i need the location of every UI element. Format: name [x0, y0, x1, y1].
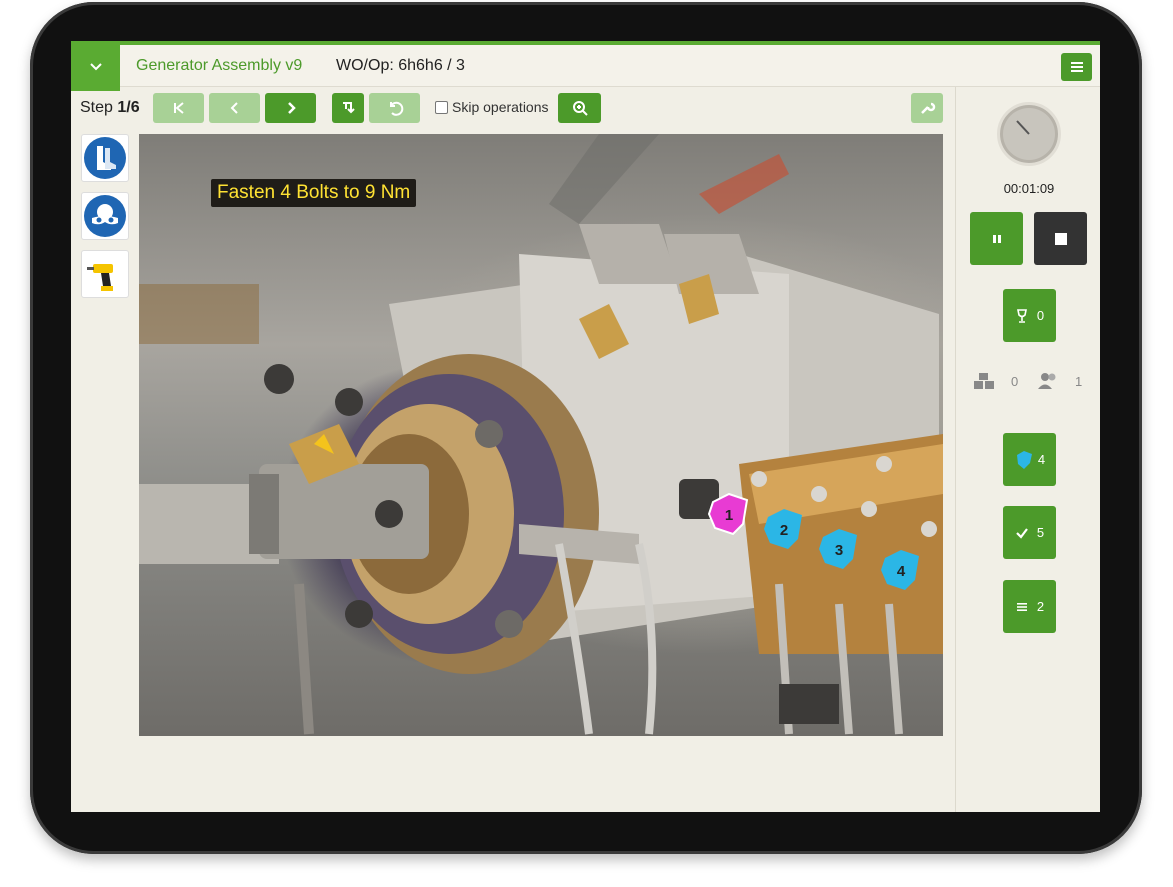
- step-prefix: Step: [80, 99, 113, 116]
- broken-glass-icon: [1016, 308, 1027, 323]
- menu-toggle-button[interactable]: [71, 41, 120, 91]
- parts-count: 0: [1011, 373, 1019, 389]
- zoom-button[interactable]: [558, 93, 601, 123]
- parts-stat: 0: [973, 371, 1018, 391]
- tools-button[interactable]: [911, 93, 943, 123]
- bolt-marker-2[interactable]: 2: [764, 509, 802, 549]
- bolt-marker-label: 1: [725, 507, 733, 524]
- checks-button[interactable]: 5: [1003, 506, 1056, 559]
- top-bar: Generator Assembly v9 WO/Op: 6h6h6 / 3: [71, 41, 1100, 91]
- marker-shape-icon: [1016, 450, 1032, 469]
- app-screen: Generator Assembly v9 WO/Op: 6h6h6 / 3 S…: [71, 41, 1100, 812]
- step-value: 1/6: [117, 99, 140, 116]
- main-menu-button[interactable]: [1061, 53, 1092, 81]
- markers-count: 4: [1037, 452, 1046, 467]
- skip-operations-toggle[interactable]: Skip operations: [435, 99, 549, 115]
- pause-icon: [992, 234, 1001, 243]
- chevron-right-icon: [287, 102, 296, 114]
- skip-operations-checkbox[interactable]: [435, 100, 448, 114]
- breakage-count: 0: [1036, 308, 1045, 323]
- step-indicator: Step 1/6: [80, 99, 140, 117]
- users-stat: 1: [1037, 371, 1082, 391]
- bolt-marker-4[interactable]: 4: [881, 550, 919, 590]
- ppe-goggles: [81, 192, 129, 240]
- chevron-left-icon: [230, 102, 238, 114]
- bolt-marker-label: 4: [897, 563, 906, 580]
- bolt-marker-1[interactable]: 1: [707, 492, 749, 536]
- stop-icon: [1054, 232, 1067, 245]
- timer-dial: [997, 102, 1061, 166]
- pause-button[interactable]: [970, 212, 1023, 265]
- markers-button[interactable]: 4: [1003, 433, 1056, 486]
- work-order-info: WO/Op: 6h6h6 / 3: [336, 57, 465, 74]
- checks-count: 5: [1036, 525, 1045, 540]
- boxes-icon: [974, 373, 994, 389]
- previous-step-button[interactable]: [209, 93, 260, 123]
- chevron-down-icon: [89, 63, 102, 71]
- list-button[interactable]: 2: [1003, 580, 1056, 633]
- elapsed-time: 00:01:09: [1003, 181, 1055, 196]
- zoom-in-icon: [572, 101, 588, 116]
- branch-step-button[interactable]: [332, 93, 364, 123]
- checkmark-icon: [1016, 527, 1028, 539]
- skip-to-first-icon: [173, 102, 184, 114]
- safety-boots-icon: [84, 137, 126, 179]
- first-step-button[interactable]: [153, 93, 204, 123]
- stopwatch-icon: [1016, 120, 1030, 135]
- bolt-marker-3[interactable]: 3: [819, 529, 857, 569]
- wrench-icon: [921, 102, 936, 114]
- users-icon: [1038, 373, 1056, 389]
- list-icon: [1016, 602, 1027, 611]
- breakage-button[interactable]: 0: [1003, 289, 1056, 342]
- undo-button[interactable]: [369, 93, 420, 123]
- hamburger-icon: [1070, 62, 1083, 72]
- next-step-button[interactable]: [265, 93, 316, 123]
- bolt-marker-label: 3: [835, 542, 843, 559]
- ppe-boots: [81, 134, 129, 182]
- skip-operations-label: Skip operations: [452, 99, 549, 115]
- bolt-marker-label: 2: [780, 522, 788, 539]
- work-instruction-image: Fasten 4 Bolts to 9 Nm 1 2 3 4: [139, 134, 943, 736]
- safety-goggles-icon: [84, 195, 126, 237]
- list-count: 2: [1036, 599, 1045, 614]
- bolt-markers-layer: 1 2 3 4: [707, 492, 919, 590]
- users-count: 1: [1075, 373, 1083, 389]
- stop-button[interactable]: [1034, 212, 1087, 265]
- branch-arrow-icon: [343, 102, 355, 114]
- app-title: Generator Assembly v9: [136, 57, 303, 74]
- undo-icon: [389, 101, 403, 116]
- power-drill-icon: [87, 264, 113, 291]
- ppe-drill: [81, 250, 129, 298]
